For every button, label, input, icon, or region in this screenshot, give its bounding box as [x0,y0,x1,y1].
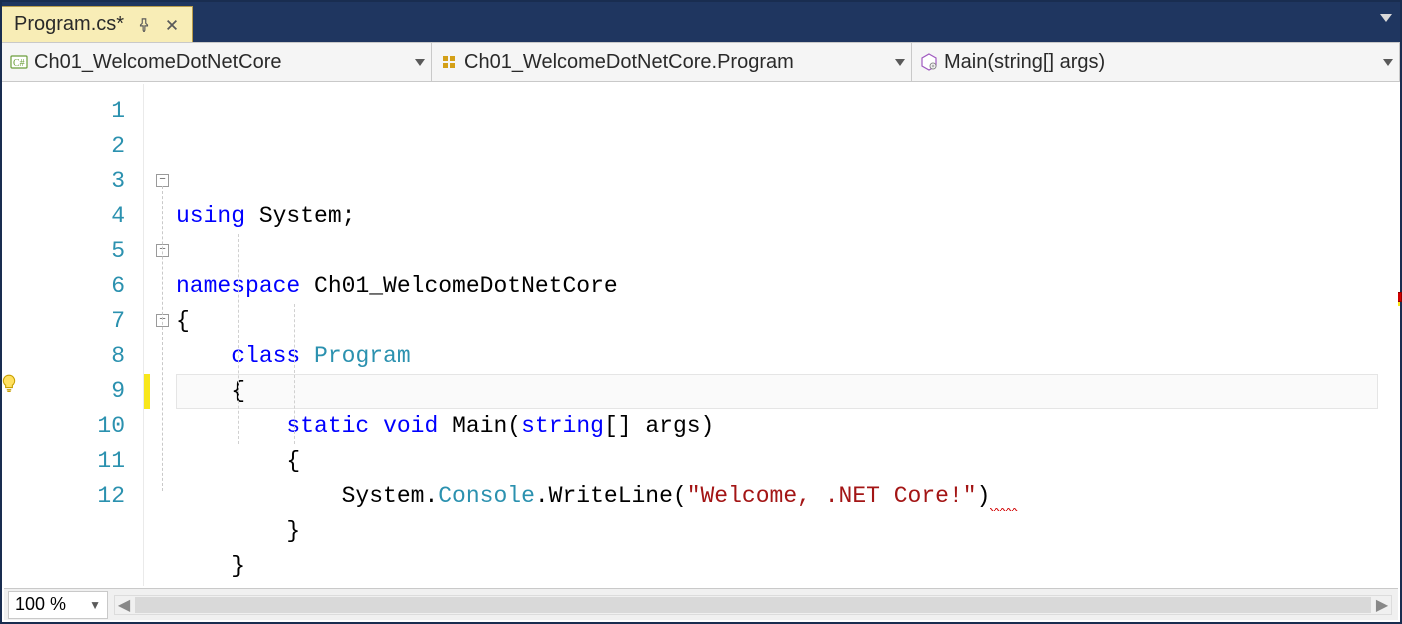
outline-guide [162,186,163,491]
line-numbers: 123456789101112 [24,84,143,586]
code-line[interactable]: namespace Ch01_WelcomeDotNetCore [176,269,1398,304]
chevron-down-icon [415,59,425,66]
line-number: 12 [24,479,125,514]
lightbulb-icon[interactable] [0,374,18,392]
nav-type-label: Ch01_WelcomeDotNetCore.Program [464,51,794,74]
line-number: 9 [24,374,125,409]
code-line[interactable]: { [176,304,1398,339]
document-tab-label: Program.cs* [14,13,124,36]
code-area[interactable]: using System; namespace Ch01_WelcomeDotNe… [176,84,1398,586]
class-icon [440,53,458,71]
document-tab-row: Program.cs* [2,2,1400,42]
editor-window: Program.cs* C# Ch01_WelcomeDotNetCore Ch… [0,0,1402,624]
editor-margin: 123456789101112 [4,84,144,586]
nav-project-dropdown[interactable]: C# Ch01_WelcomeDotNetCore [2,43,432,81]
change-tracking-bar [144,84,152,586]
zoom-dropdown[interactable]: 100 % ▼ [8,591,108,619]
chevron-down-icon [895,59,905,66]
line-number: 1 [24,94,125,129]
csharp-project-icon: C# [10,53,28,71]
code-line[interactable]: static void Main(string[] args) [176,409,1398,444]
nav-member-dropdown[interactable]: Main(string[] args) [912,43,1400,81]
line-number: 11 [24,444,125,479]
error-squiggle[interactable] [990,483,1018,511]
navigation-bar: C# Ch01_WelcomeDotNetCore Ch01_WelcomeDo… [2,42,1400,82]
line-number: 5 [24,234,125,269]
line-number: 10 [24,409,125,444]
code-line[interactable]: { [176,374,1398,409]
chevron-down-icon: ▼ [89,598,101,612]
modified-line-marker [144,374,150,409]
line-number: 8 [24,339,125,374]
line-number: 3 [24,164,125,199]
scroll-left-arrow-icon[interactable]: ◀ [115,595,133,615]
code-line[interactable]: class Program [176,339,1398,374]
pin-tab-icon[interactable] [136,17,152,33]
line-number: 2 [24,129,125,164]
code-line[interactable]: { [176,444,1398,479]
line-number: 4 [24,199,125,234]
nav-member-label: Main(string[] args) [944,51,1105,74]
method-icon [920,53,938,71]
svg-text:C#: C# [13,58,25,69]
tab-overflow-button[interactable] [1380,14,1392,22]
code-line[interactable]: using System; [176,199,1398,234]
scroll-right-arrow-icon[interactable]: ▶ [1373,595,1391,615]
code-line[interactable] [176,234,1398,269]
document-tab-active[interactable]: Program.cs* [2,6,193,42]
editor-status-bar: 100 % ▼ ◀ ▶ [4,588,1398,620]
nav-type-dropdown[interactable]: Ch01_WelcomeDotNetCore.Program [432,43,912,81]
nav-project-label: Ch01_WelcomeDotNetCore [34,51,282,74]
code-line[interactable]: } [176,549,1398,584]
code-line[interactable]: } [176,514,1398,549]
line-number: 7 [24,304,125,339]
code-editor[interactable]: 123456789101112 −−− using System;namespa… [4,84,1398,586]
scrollbar-thumb[interactable] [135,597,1371,613]
chevron-down-icon [1383,59,1393,66]
horizontal-scrollbar[interactable]: ◀ ▶ [114,595,1392,615]
code-line[interactable]: System.Console.WriteLine("Welcome, .NET … [176,479,1398,514]
line-number: 6 [24,269,125,304]
outlining-margin[interactable]: −−− [152,84,176,586]
zoom-value: 100 % [15,594,66,615]
close-tab-icon[interactable] [164,17,180,33]
